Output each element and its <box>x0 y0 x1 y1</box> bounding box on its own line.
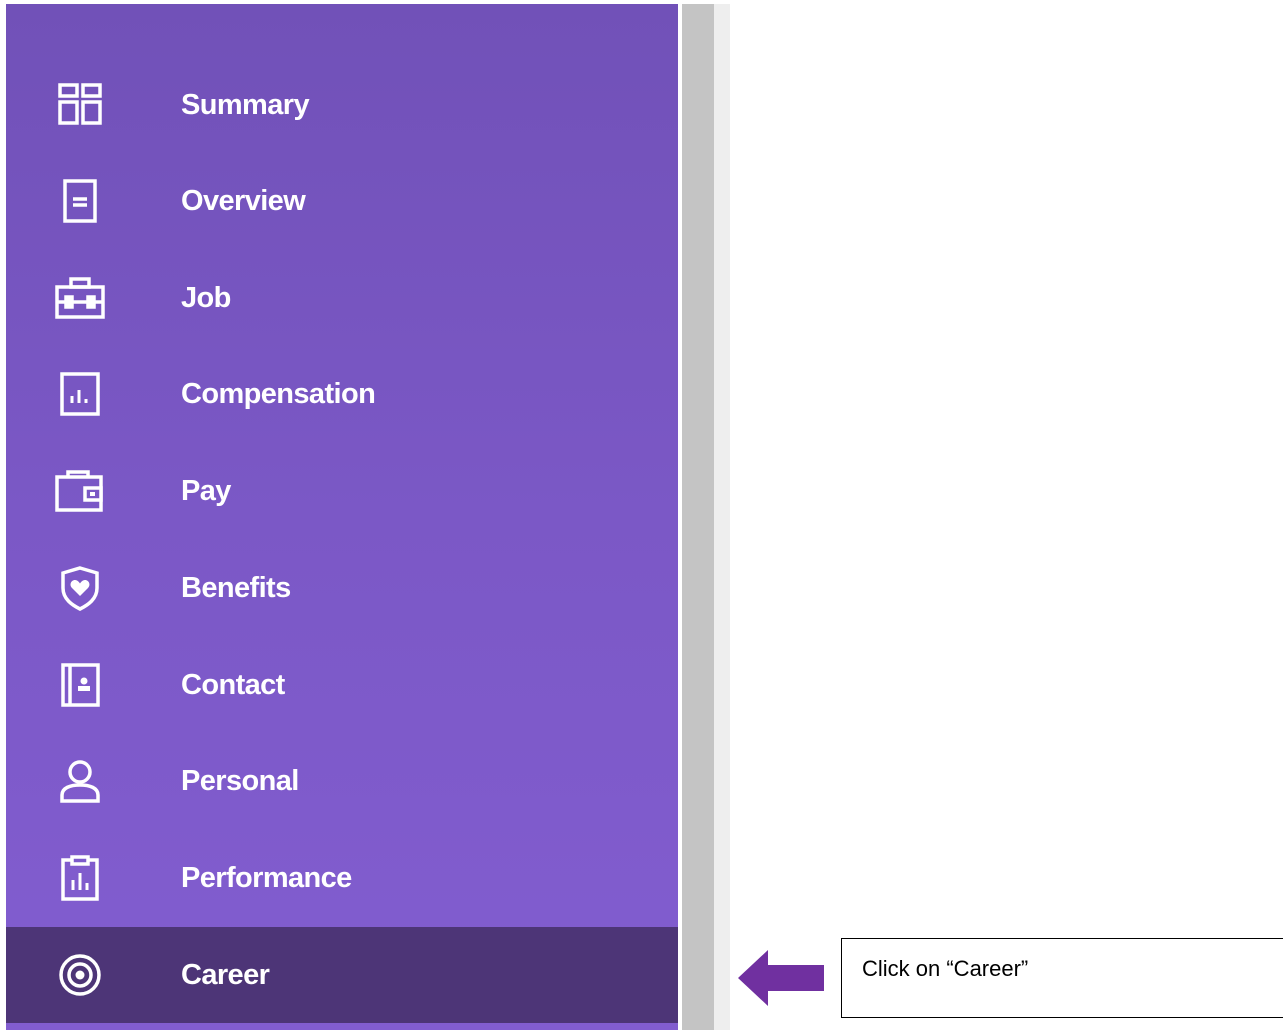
sidebar-item-job[interactable]: Job <box>6 250 678 346</box>
scrollbar[interactable] <box>682 4 714 1030</box>
left-arrow-icon <box>738 950 824 1006</box>
sidebar-item-label: Pay <box>181 475 231 507</box>
wallet-icon <box>52 467 108 515</box>
sidebar-item-pay[interactable]: Pay <box>6 443 678 539</box>
shield-heart-icon <box>52 564 108 612</box>
sidebar-item-contact[interactable]: Contact <box>6 637 678 733</box>
bar-chart-icon <box>52 370 108 418</box>
sidebar-item-label: Job <box>181 282 231 314</box>
sidebar-nav: Summary Overview Job Compensation Pay Be… <box>6 4 678 1030</box>
sidebar-item-label: Summary <box>181 89 310 121</box>
briefcase-icon <box>52 274 108 322</box>
address-book-icon <box>52 661 108 709</box>
sidebar-item-summary[interactable]: Summary <box>6 57 678 153</box>
sidebar-item-label: Compensation <box>181 378 376 410</box>
clipboard-chart-icon <box>52 854 108 902</box>
sidebar-item-career[interactable]: Career <box>6 927 678 1023</box>
sidebar-item-compensation[interactable]: Compensation <box>6 346 678 442</box>
scrollbar-track <box>714 4 730 1030</box>
sidebar-item-label: Personal <box>181 765 299 797</box>
sidebar-item-label: Performance <box>181 862 352 894</box>
callout-text: Click on “Career” <box>862 956 1029 981</box>
sidebar-item-benefits[interactable]: Benefits <box>6 540 678 636</box>
sidebar-item-label: Contact <box>181 669 285 701</box>
target-icon <box>52 951 108 999</box>
sidebar-item-label: Benefits <box>181 572 291 604</box>
dashboard-grid-icon <box>52 81 108 129</box>
sidebar-item-overview[interactable]: Overview <box>6 153 678 249</box>
callout-box: Click on “Career” <box>841 938 1283 1018</box>
sidebar-item-label: Overview <box>181 185 306 217</box>
sidebar-item-label: Career <box>181 959 270 991</box>
sidebar-item-performance[interactable]: Performance <box>6 830 678 926</box>
sidebar-item-personal[interactable]: Personal <box>6 733 678 829</box>
person-icon <box>52 757 108 805</box>
document-icon <box>52 177 108 225</box>
